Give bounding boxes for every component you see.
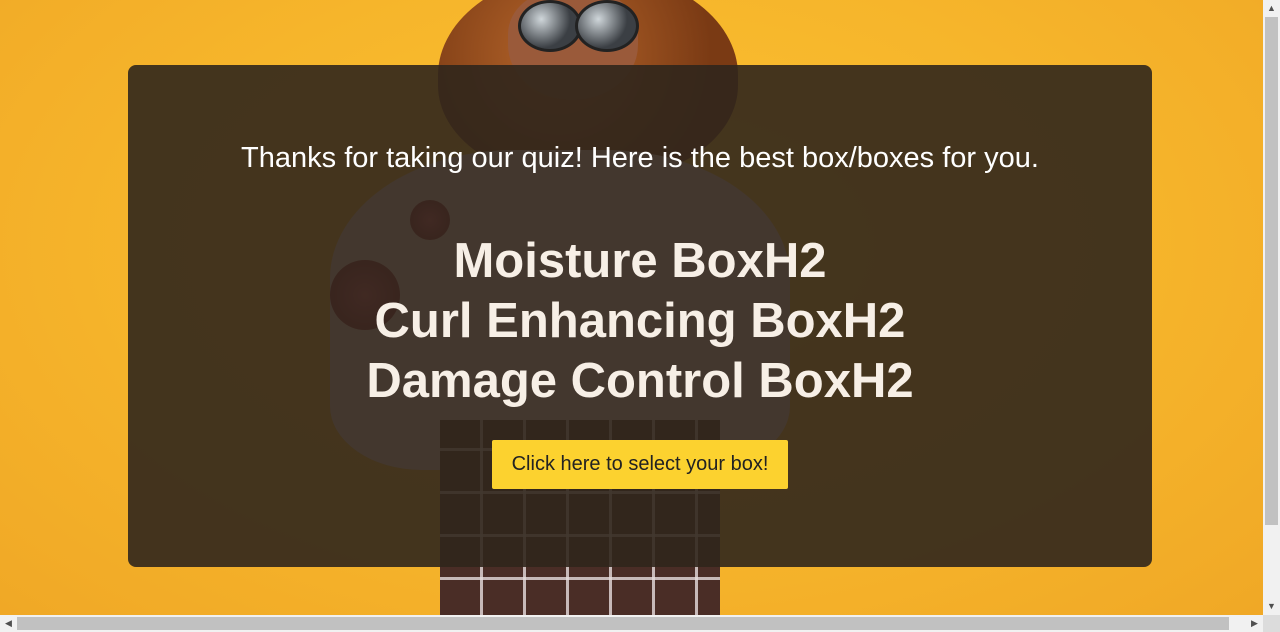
scroll-left-icon[interactable]: ◀ [0,615,17,632]
recommended-box: Curl Enhancing BoxH2 [374,294,906,348]
recommended-box: Moisture BoxH2 [453,234,827,288]
horizontal-scroll-thumb[interactable] [17,617,1229,630]
quiz-result-panel: Thanks for taking our quiz! Here is the … [128,65,1152,567]
recommended-boxes: Moisture BoxH2 Curl Enhancing BoxH2 Dama… [128,231,1152,411]
sunglasses-left-lens [518,0,582,52]
select-box-button[interactable]: Click here to select your box! [492,440,788,489]
scroll-up-icon[interactable]: ▲ [1263,0,1280,17]
vertical-scroll-thumb[interactable] [1265,17,1278,525]
scrollbar-corner [1263,615,1280,632]
scroll-down-icon[interactable]: ▼ [1263,598,1280,615]
recommended-box: Damage Control BoxH2 [366,354,914,408]
result-message: Thanks for taking our quiz! Here is the … [241,142,1039,174]
scroll-right-icon[interactable]: ▶ [1246,615,1263,632]
page-viewport: Thanks for taking our quiz! Here is the … [0,0,1263,615]
sunglasses-right-lens [575,0,639,52]
vertical-scrollbar[interactable]: ▲ ▼ [1263,0,1280,615]
horizontal-scrollbar[interactable]: ◀ ▶ [0,615,1263,632]
